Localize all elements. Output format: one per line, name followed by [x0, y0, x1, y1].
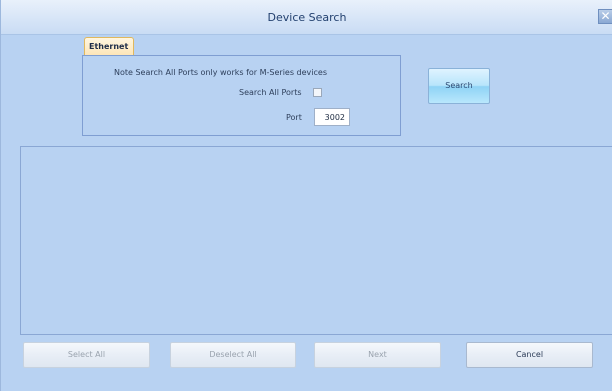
search-all-ports-checkbox[interactable] — [313, 88, 322, 97]
results-list[interactable] — [20, 146, 612, 335]
tab-ethernet[interactable]: Ethernet — [84, 37, 134, 55]
port-label: Port — [286, 113, 302, 122]
port-input[interactable] — [314, 108, 350, 126]
search-button[interactable]: Search — [428, 68, 490, 104]
close-icon[interactable]: ✕ — [598, 9, 612, 24]
deselect-all-button[interactable]: Deselect All — [170, 342, 296, 368]
window-title: Device Search — [267, 11, 347, 24]
title-bar: Device Search ✕ — [1, 0, 612, 35]
select-all-button[interactable]: Select All — [23, 342, 150, 368]
device-search-window: Device Search ✕ Ethernet Note Search All… — [0, 0, 612, 391]
next-button[interactable]: Next — [314, 342, 441, 368]
search-all-ports-label: Search All Ports — [239, 88, 302, 97]
search-note: Note Search All Ports only works for M-S… — [114, 68, 327, 77]
cancel-button[interactable]: Cancel — [466, 342, 593, 368]
